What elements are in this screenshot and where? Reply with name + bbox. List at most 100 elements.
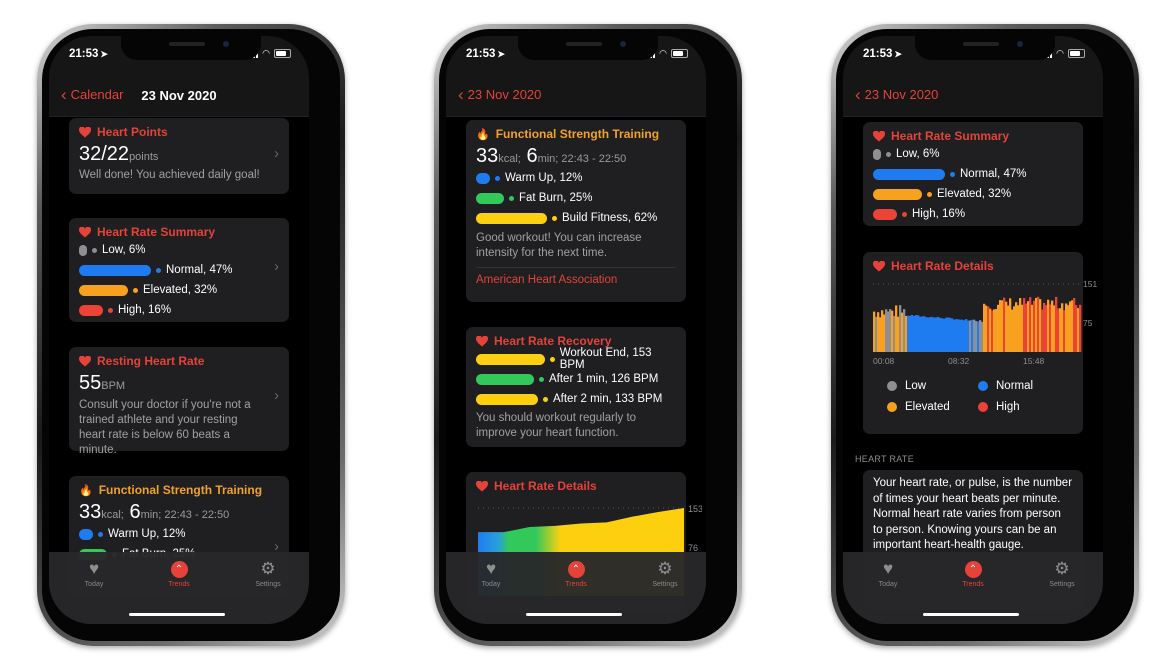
x-tick-label: 08:32 [948,356,970,366]
hr-bar [1015,302,1018,352]
section-header: HEART RATE [855,454,915,464]
tab-label: Trends [565,581,587,588]
tab-label: Trends [962,581,984,588]
workout-card[interactable]: 🔥 Functional Strength Training 33kcal; 6m… [466,120,686,302]
hr-bar [1027,301,1030,352]
chevron-left-icon: ‹ [458,85,464,104]
recovery-row: After 1 min, 126 BPM [476,369,676,389]
hr-bar [927,317,930,352]
zone-row-warmup: Warm Up, 12% [476,168,676,188]
row-label: Warm Up, 12% [505,172,583,184]
hr-bar [1065,303,1068,352]
hr-bar [983,303,986,352]
tab-today[interactable]: ♥ Today [858,559,918,588]
hr-bar [1061,303,1064,352]
hr-bar [955,319,958,352]
hr-bar [933,317,936,352]
min-value: 6 [129,501,141,523]
tab-today[interactable]: ♥ Today [461,559,521,588]
row-label: Low, 6% [896,148,940,160]
heart-points-message: Well done! You achieved daily goal! [79,169,260,181]
recovery-row: After 2 min, 133 BPM [476,389,676,409]
gear-icon: ⚙ [657,559,673,578]
hr-bar [1005,301,1008,352]
y-tick-label: 75 [1083,318,1093,328]
heart-rate-recovery-card[interactable]: Heart Rate Recovery Workout End, 153 BPM… [466,327,686,447]
chevron-right-icon: › [274,387,279,404]
resting-unit: BPM [101,380,126,392]
summary-row-normal: Normal, 47% [79,260,279,280]
hr-bar [947,317,950,352]
hr-bar [897,316,900,352]
hr-bar [971,319,974,352]
gear-icon: ⚙ [260,559,276,578]
back-button[interactable]: ‹ 23 Nov 2020 [855,86,938,103]
card-title: Heart Rate Details [891,259,994,273]
hr-bar [1077,308,1080,352]
hr-bar [873,311,876,352]
chevron-right-icon: › [274,258,279,275]
battery-icon [274,49,291,58]
gear-icon: ⚙ [1054,559,1070,578]
tab-label: Settings [255,581,281,588]
heart-points-card[interactable]: Heart Points 32/22points Well done! You … [69,118,289,194]
resting-heart-rate-card[interactable]: Resting Heart Rate 55BPM Consult your do… [69,347,289,456]
hr-bar [937,316,940,352]
hr-bar [1045,305,1048,352]
row-label: High, 16% [912,208,966,220]
hr-bar [1035,297,1038,352]
hr-bar [1055,296,1058,352]
tab-trends[interactable]: ⌃ Trends [546,560,606,588]
home-indicator [129,613,225,616]
heart-rate-details-card[interactable]: Heart Rate Details 151 75 00:08 08:32 15… [863,252,1097,434]
tab-settings[interactable]: ⚙ Settings [635,559,695,588]
hr-bar [973,319,976,352]
hr-bar [1073,298,1076,352]
tab-today[interactable]: ♥ Today [64,559,124,588]
hr-bar [997,304,1000,352]
row-label: High, 16% [118,304,172,316]
hr-bar [1069,301,1072,352]
hr-bar [957,319,960,352]
tab-trends[interactable]: ⌃ Trends [149,560,209,588]
card-title: Resting Heart Rate [97,354,205,368]
heart-rate-summary-card[interactable]: Heart Rate Summary Low, 6% Normal, 47% E… [69,218,289,322]
hr-bar [881,310,884,352]
hr-bar [985,305,988,352]
aha-link[interactable]: American Heart Association [476,267,676,286]
heart-icon [79,126,91,137]
tab-settings[interactable]: ⚙ Settings [238,559,298,588]
battery-icon [671,49,688,58]
wifi-icon: ◠ [1056,48,1064,58]
hr-bar [943,318,946,352]
hr-bar [963,320,966,352]
kcal-value: 33 [476,145,499,167]
hr-bar [877,312,880,352]
hr-bar [921,316,924,352]
heart-icon [476,335,488,346]
summary-row-elevated: Elevated, 32% [873,184,1073,204]
tab-label: Today [84,581,104,588]
workout-message: Good workout! You can increase intensity… [476,232,642,259]
notch [518,36,658,60]
trends-icon: ⌃ [964,560,982,578]
back-button[interactable]: ‹ 23 Nov 2020 [458,85,541,104]
x-tick-label: 15:48 [1023,356,1045,366]
tab-settings[interactable]: ⚙ Settings [1032,559,1092,588]
hr-bar [885,309,888,352]
tab-label: Settings [1049,581,1075,588]
hr-bar [987,306,990,352]
hr-bar [969,320,972,352]
tab-label: Trends [168,581,190,588]
kcal-unit: kcal; [498,153,521,165]
heart-rate-summary-card[interactable]: Heart Rate Summary Low, 6% Normal, 47% E… [863,122,1083,226]
hr-bar [1029,297,1032,352]
tab-trends[interactable]: ⌃ Trends [943,560,1003,588]
row-label: Elevated, 32% [143,284,218,296]
hr-bar [887,311,890,352]
hr-bar [1033,300,1036,352]
flame-icon: 🔥 [79,484,93,497]
hr-bar [941,318,944,352]
zone-row-warmup: Warm Up, 12% [79,524,279,544]
hr-bar [1051,300,1054,352]
